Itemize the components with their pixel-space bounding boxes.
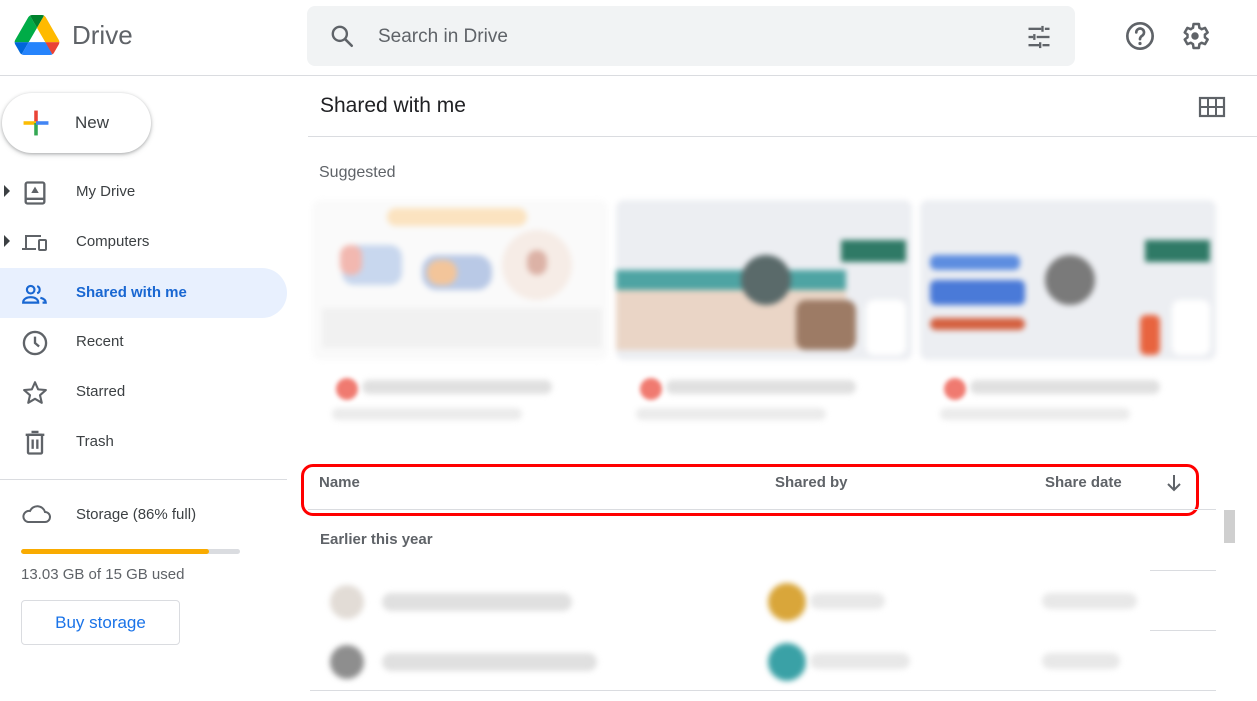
- card-thumbnail: [920, 200, 1216, 360]
- share-date: [1042, 653, 1120, 669]
- file-type-icon: [336, 378, 358, 400]
- search-bar[interactable]: Search in Drive: [307, 6, 1075, 66]
- grid-view-icon[interactable]: [1198, 96, 1226, 118]
- sidebar-divider: [0, 479, 287, 480]
- star-icon: [23, 381, 47, 404]
- list-bottom-divider: [310, 690, 1216, 691]
- suggested-heading: Suggested: [319, 164, 396, 181]
- file-type-icon: [640, 378, 662, 400]
- card-title: [666, 380, 856, 394]
- app-header: Drive Search in Drive: [0, 0, 1257, 76]
- settings-icon[interactable]: [1179, 20, 1211, 52]
- table-row[interactable]: [310, 631, 1216, 691]
- card-subtitle: [332, 408, 522, 420]
- people-icon: [22, 284, 47, 304]
- column-header-shared-by[interactable]: Shared by: [775, 474, 848, 491]
- search-icon[interactable]: [329, 23, 355, 49]
- app-brand: Drive: [72, 20, 133, 50]
- cloud-icon: [22, 505, 51, 523]
- sidebar-item-shared-with-me[interactable]: Shared with me: [0, 268, 287, 318]
- buy-storage-button[interactable]: Buy storage: [21, 600, 180, 645]
- card-subtitle: [940, 408, 1130, 420]
- sidebar-item-recent[interactable]: Recent: [0, 317, 287, 367]
- sidebar-item-label: Trash: [76, 433, 114, 450]
- scrollbar-thumb[interactable]: [1224, 510, 1235, 543]
- sidebar-item-computers[interactable]: Computers: [0, 217, 287, 267]
- card-thumbnail: [312, 200, 608, 360]
- suggested-card[interactable]: [920, 200, 1216, 432]
- suggested-card[interactable]: [616, 200, 912, 432]
- storage-used-text: 13.03 GB of 15 GB used: [21, 566, 185, 583]
- share-date: [1042, 593, 1137, 609]
- sidebar-item-label: Recent: [76, 333, 124, 350]
- sidebar-item-label: Starred: [76, 383, 126, 400]
- card-title: [970, 380, 1160, 394]
- storage-label[interactable]: Storage (86% full): [76, 506, 196, 523]
- sidebar-item-trash[interactable]: Trash: [0, 417, 287, 467]
- sidebar-item-label: My Drive: [76, 183, 136, 200]
- my-drive-icon: [24, 181, 46, 205]
- file-name: [382, 653, 597, 671]
- clock-icon: [22, 330, 48, 356]
- suggested-card[interactable]: [312, 200, 608, 432]
- file-icon: [330, 585, 364, 619]
- help-icon[interactable]: [1124, 20, 1156, 52]
- file-name: [382, 593, 572, 611]
- tune-icon[interactable]: [1025, 23, 1053, 51]
- expand-caret-icon[interactable]: [4, 185, 10, 197]
- sidebar-item-label: Computers: [76, 233, 150, 250]
- computers-icon: [22, 235, 47, 251]
- drive-logo-icon[interactable]: [14, 15, 60, 55]
- sidebar-item-starred[interactable]: Starred: [0, 367, 287, 417]
- storage-progress-bar: [21, 549, 240, 554]
- avatar: [768, 583, 806, 621]
- trash-icon: [25, 430, 45, 455]
- card-title: [362, 380, 552, 394]
- card-thumbnail: [616, 200, 912, 360]
- new-button-label: New: [75, 113, 110, 132]
- shared-by-name: [810, 653, 910, 669]
- expand-caret-icon[interactable]: [4, 235, 10, 247]
- storage-progress-fill: [21, 549, 210, 554]
- table-header-divider: [308, 509, 1216, 510]
- sidebar-item-label: Shared with me: [76, 284, 187, 301]
- plus-icon: [23, 110, 49, 136]
- avatar: [768, 643, 806, 681]
- file-icon: [330, 645, 364, 679]
- table-row[interactable]: [310, 571, 1216, 631]
- main-divider: [308, 136, 1257, 137]
- shared-by-name: [810, 593, 885, 609]
- new-button[interactable]: New: [2, 93, 151, 153]
- sidebar-item-my-drive[interactable]: My Drive: [0, 167, 287, 217]
- page-title: Shared with me: [320, 94, 466, 117]
- card-subtitle: [636, 408, 826, 420]
- arrow-down-icon[interactable]: [1164, 472, 1184, 494]
- column-header-share-date[interactable]: Share date: [1045, 474, 1122, 491]
- column-header-name[interactable]: Name: [319, 474, 360, 491]
- group-heading: Earlier this year: [320, 531, 433, 548]
- file-type-icon: [944, 378, 966, 400]
- search-input[interactable]: Search in Drive: [378, 26, 508, 48]
